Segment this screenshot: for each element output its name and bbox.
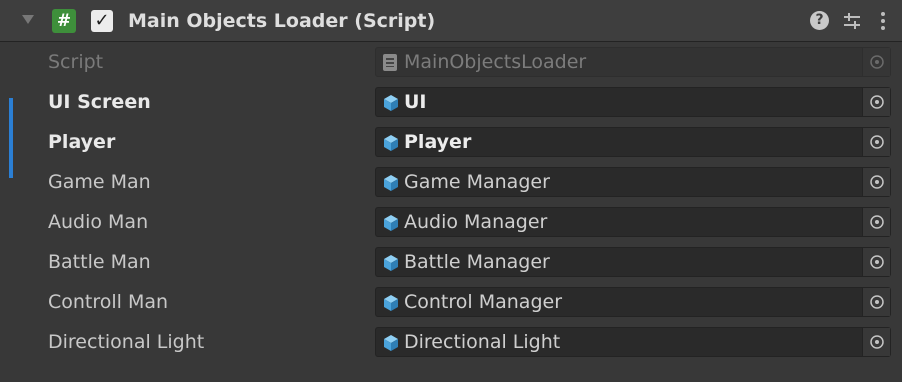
foldout-arrow-icon[interactable]: [22, 15, 34, 24]
property-row-ui-screen: UI Screen UI: [0, 82, 902, 122]
property-row-audio-man: Audio Man Audio Manager: [0, 202, 902, 242]
object-field-value: Control Manager: [404, 291, 563, 313]
object-picker-button[interactable]: [862, 328, 890, 356]
presets-sliders-icon[interactable]: [840, 9, 864, 33]
property-row-directional-light: Directional Light Directional Light: [0, 322, 902, 362]
target-picker-icon: [870, 335, 884, 349]
prefab-cube-icon: [384, 335, 398, 351]
target-picker-icon: [870, 295, 884, 309]
object-field-controll-man[interactable]: Control Manager: [375, 287, 891, 317]
object-field-value: Player: [404, 131, 472, 153]
enable-checkbox[interactable]: ✓: [91, 10, 113, 32]
property-label: Game Man: [48, 171, 151, 193]
object-field-value: MainObjectsLoader: [404, 51, 587, 73]
object-field-script: MainObjectsLoader: [375, 47, 891, 77]
property-row-player: Player Player: [0, 122, 902, 162]
property-label: Controll Man: [48, 291, 169, 313]
prefab-cube-icon: [384, 295, 398, 311]
object-picker-button[interactable]: [862, 248, 890, 276]
property-row-script: Script MainObjectsLoader: [0, 42, 902, 82]
property-label: Battle Man: [48, 251, 151, 273]
object-field-battle-man[interactable]: Battle Manager: [375, 247, 891, 277]
object-picker-button[interactable]: [862, 128, 890, 156]
object-field-audio-man[interactable]: Audio Manager: [375, 207, 891, 237]
object-field-game-man[interactable]: Game Manager: [375, 167, 891, 197]
property-label: Script: [48, 51, 104, 73]
prefab-cube-icon: [384, 95, 398, 111]
object-picker-button: [862, 48, 890, 76]
object-field-value: Directional Light: [404, 331, 561, 353]
object-field-player[interactable]: Player: [375, 127, 891, 157]
property-row-game-man: Game Man Game Manager: [0, 162, 902, 202]
property-label: Directional Light: [48, 331, 205, 353]
target-picker-icon: [870, 55, 884, 69]
target-picker-icon: [870, 255, 884, 269]
property-row-battle-man: Battle Man Battle Manager: [0, 242, 902, 282]
property-row-controll-man: Controll Man Control Manager: [0, 282, 902, 322]
object-field-value: Audio Manager: [404, 211, 548, 233]
object-field-ui-screen[interactable]: UI: [375, 87, 891, 117]
property-label: UI Screen: [48, 91, 151, 113]
object-field-directional-light[interactable]: Directional Light: [375, 327, 891, 357]
help-icon[interactable]: ?: [810, 11, 829, 30]
kebab-menu-icon[interactable]: [876, 9, 890, 33]
property-label: Audio Man: [48, 211, 149, 233]
object-field-value: Battle Manager: [404, 251, 550, 273]
target-picker-icon: [870, 95, 884, 109]
inspector-component: # ✓ Main Objects Loader (Script) ? Scrip…: [0, 0, 902, 382]
object-picker-button[interactable]: [862, 288, 890, 316]
object-field-value: UI: [404, 91, 427, 113]
csharp-script-icon: #: [52, 9, 76, 33]
prefab-cube-icon: [384, 255, 398, 271]
property-list: Script MainObjectsLoader UI Screen UI Pl…: [0, 42, 902, 362]
component-title[interactable]: Main Objects Loader (Script): [128, 8, 435, 34]
target-picker-icon: [870, 135, 884, 149]
object-picker-button[interactable]: [862, 88, 890, 116]
component-header[interactable]: # ✓ Main Objects Loader (Script) ?: [0, 0, 902, 42]
target-picker-icon: [870, 175, 884, 189]
property-label: Player: [48, 131, 116, 153]
object-picker-button[interactable]: [862, 168, 890, 196]
prefab-cube-icon: [384, 215, 398, 231]
object-picker-button[interactable]: [862, 208, 890, 236]
target-picker-icon: [870, 215, 884, 229]
prefab-cube-icon: [384, 175, 398, 191]
script-file-icon: [383, 54, 397, 71]
object-field-value: Game Manager: [404, 171, 550, 193]
prefab-cube-icon: [384, 135, 398, 151]
